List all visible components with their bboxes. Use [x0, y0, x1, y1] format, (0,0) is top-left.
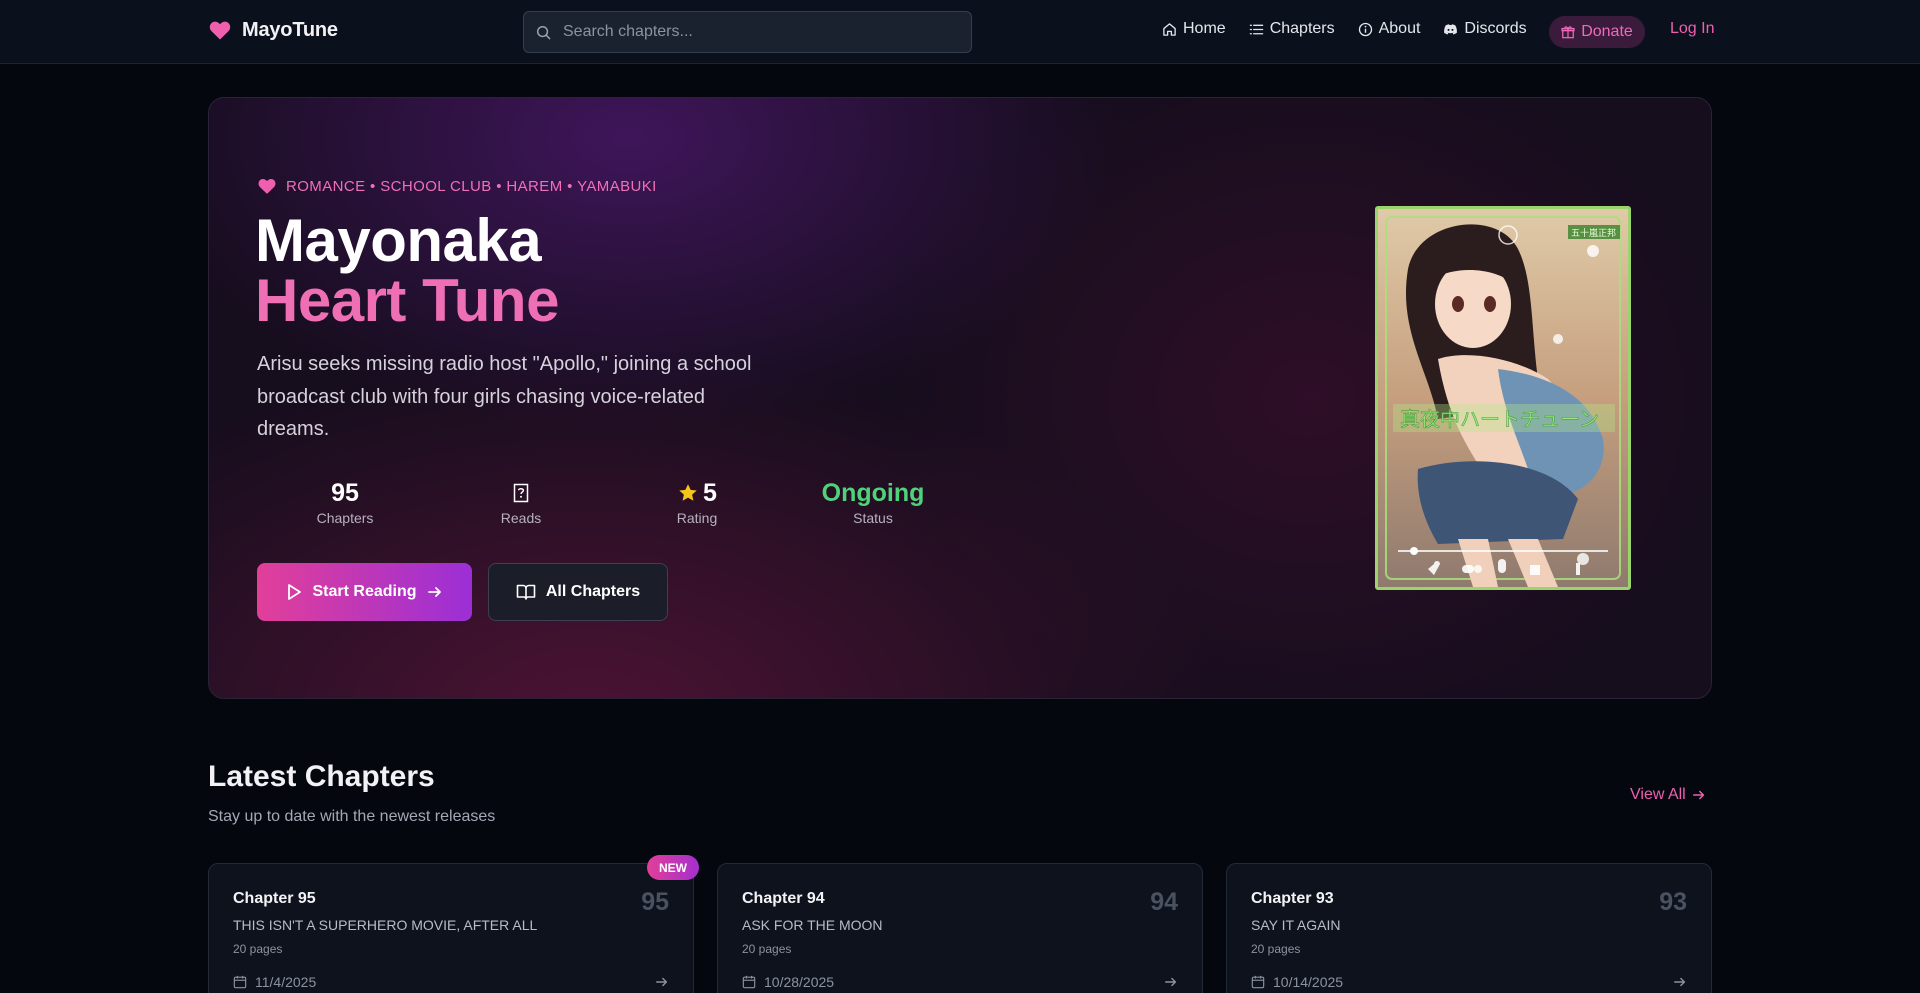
nav-about-label: About — [1378, 20, 1421, 37]
chapter-title: Chapter 95 — [233, 890, 316, 907]
search-input[interactable] — [563, 23, 943, 41]
chapter-date: 11/4/2025 — [233, 974, 316, 990]
chapter-title: Chapter 94 — [742, 890, 825, 907]
stat-reads-label: Reads — [500, 510, 542, 526]
series-description: Arisu seeks missing radio host "Apollo,"… — [257, 353, 752, 440]
view-all-link[interactable]: View All — [1630, 786, 1706, 804]
logo-text: MayoTune — [242, 18, 338, 41]
stat-rating: 5 Rating — [609, 476, 785, 527]
chapter-card[interactable]: Chapter 93 SAY IT AGAIN 20 pages 93 10/1… — [1226, 863, 1712, 993]
cover-illustration: 真夜中ハートチューン 五十嵐正邦 — [1378, 209, 1628, 587]
all-chapters-label: All Chapters — [545, 583, 641, 600]
arrow-right-icon — [1165, 977, 1177, 987]
stat-status: Ongoing Status — [785, 476, 961, 527]
latest-chapters-subtitle: Stay up to date with the newest releases — [208, 808, 496, 825]
donate-button[interactable]: Donate — [1549, 16, 1645, 48]
calendar-icon — [1251, 975, 1265, 989]
calendar-icon — [233, 975, 247, 989]
cover-author-text: 五十嵐正邦 — [1571, 227, 1616, 239]
chapter-number: 94 — [1150, 888, 1178, 916]
start-reading-label: Start Reading — [312, 583, 417, 600]
stat-reads: Reads — [433, 476, 609, 526]
stat-rating-value-wrap: 5 — [677, 476, 717, 510]
star-icon — [679, 484, 697, 501]
unknown-value-icon — [513, 483, 529, 503]
chapter-title: Chapter 93 — [1251, 890, 1334, 907]
nav-discords-label: Discords — [1464, 20, 1527, 37]
chapter-pages: 20 pages — [742, 942, 792, 956]
series-title-line2: Heart Tune — [255, 267, 559, 334]
chapter-number: 93 — [1659, 888, 1687, 916]
stat-reads-value — [513, 476, 529, 510]
latest-chapters-heading: Latest Chapters — [208, 760, 435, 793]
nav-chapters-label: Chapters — [1269, 20, 1335, 37]
stat-status-label: Status — [853, 510, 893, 526]
search-bar[interactable] — [523, 11, 972, 53]
svg-text:真夜中ハートチューン: 真夜中ハートチューン — [1400, 407, 1599, 431]
chapter-date: 10/14/2025 — [1251, 974, 1343, 990]
heart-icon — [258, 179, 276, 194]
chapter-subtitle: ASK FOR THE MOON — [742, 917, 883, 933]
heart-logo-icon — [209, 21, 231, 40]
nav-chapters-link[interactable]: Chapters — [1249, 20, 1335, 38]
chapter-number: 95 — [641, 888, 669, 916]
stat-chapters: 95 Chapters — [257, 476, 433, 527]
chapter-date: 10/28/2025 — [742, 974, 834, 990]
new-badge: NEW — [647, 855, 699, 880]
chapter-date-text: 10/14/2025 — [1273, 974, 1344, 990]
series-stats: 95 Chapters Reads 5 Rating Ongoing Statu… — [257, 476, 961, 527]
hero-section: ROMANCE • SCHOOL CLUB • HAREM • YAMABUKI… — [208, 97, 1712, 699]
view-all-label: View All — [1630, 786, 1686, 803]
arrow-right-icon — [427, 587, 441, 597]
gift-icon — [1561, 26, 1575, 39]
nav-about-link[interactable]: About — [1358, 20, 1421, 38]
stat-rating-value: 5 — [703, 478, 717, 507]
stat-rating-label: Rating — [676, 510, 718, 526]
start-reading-button[interactable]: Start Reading — [257, 563, 472, 621]
discord-icon — [1444, 23, 1458, 34]
chapter-pages: 20 pages — [1251, 942, 1301, 956]
genre-tags: ROMANCE • SCHOOL CLUB • HAREM • YAMABUKI — [257, 176, 657, 196]
all-chapters-button[interactable]: All Chapters — [488, 563, 668, 621]
chapter-subtitle: THIS ISN'T A SUPERHERO MOVIE, AFTER ALL — [233, 917, 538, 933]
play-icon — [288, 584, 302, 600]
calendar-icon — [742, 975, 756, 989]
nav-home-link[interactable]: Home — [1162, 20, 1226, 38]
nav-links: Home Chapters About Discords — [1162, 20, 1550, 38]
info-icon — [1358, 22, 1372, 36]
chapter-date-text: 10/28/2025 — [764, 974, 835, 990]
site-logo[interactable]: MayoTune — [208, 18, 338, 42]
series-cover-image[interactable]: 真夜中ハートチューン 五十嵐正邦 — [1375, 206, 1631, 590]
arrow-right-icon — [1674, 977, 1686, 987]
chapter-card[interactable]: Chapter 95 THIS ISN'T A SUPERHERO MOVIE,… — [208, 863, 694, 993]
arrow-right-icon — [656, 977, 668, 987]
book-open-icon — [516, 584, 536, 600]
stat-chapters-value: 95 — [331, 478, 359, 507]
chapter-card[interactable]: Chapter 94 ASK FOR THE MOON 20 pages 94 … — [717, 863, 1203, 993]
nav-home-label: Home — [1183, 20, 1226, 37]
search-icon — [536, 25, 551, 39]
series-title-line1: Mayonaka — [255, 207, 542, 274]
donate-label: Donate — [1581, 23, 1633, 40]
nav-discords-link[interactable]: Discords — [1443, 20, 1527, 38]
home-icon — [1163, 22, 1176, 36]
chapter-date-text: 11/4/2025 — [255, 974, 317, 990]
stat-chapters-label: Chapters — [316, 510, 374, 526]
login-link[interactable]: Log In — [1670, 20, 1714, 38]
chapter-subtitle: SAY IT AGAIN — [1251, 917, 1341, 933]
chapter-pages: 20 pages — [233, 942, 283, 956]
stat-status-value: Ongoing — [821, 478, 925, 507]
genre-tags-text: ROMANCE • SCHOOL CLUB • HAREM • YAMABUKI — [286, 177, 657, 195]
arrow-right-icon — [1692, 790, 1704, 800]
list-icon — [1249, 24, 1263, 34]
top-navbar: MayoTune Home Chapters About Discords Do… — [0, 0, 1920, 64]
